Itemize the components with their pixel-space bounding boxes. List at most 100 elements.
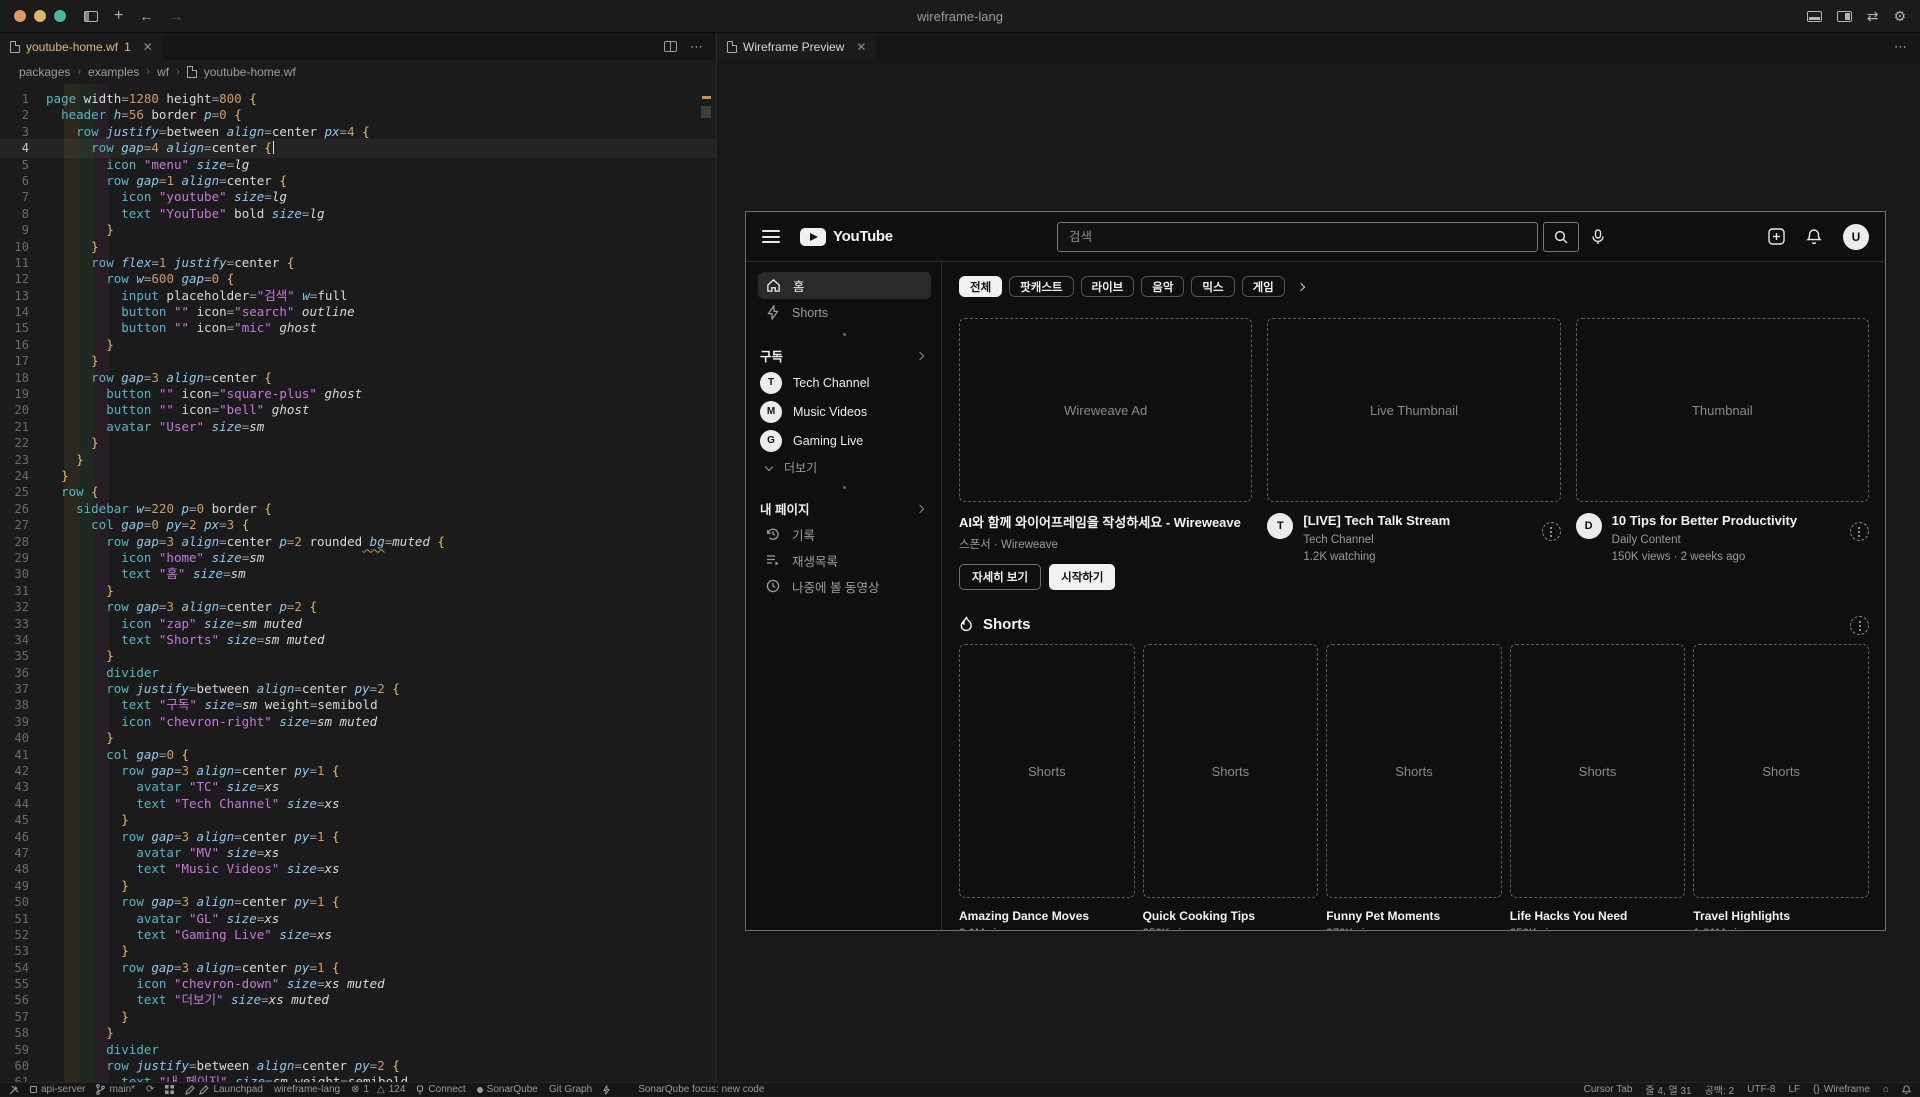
layout-switch-icon[interactable]: ⇄ xyxy=(1867,8,1879,25)
toggle-secondary-sidebar-icon[interactable] xyxy=(1837,11,1852,22)
search-input[interactable] xyxy=(1057,222,1538,252)
statusbar-sonar-focus[interactable]: SonarQube focus: new code xyxy=(603,1084,764,1095)
code-editor[interactable]: 1page width=1280 height=800 {2 header h=… xyxy=(0,84,716,1082)
code-line[interactable]: 15 button "" icon="mic" ghost xyxy=(0,320,716,336)
code-line[interactable]: 25 row { xyxy=(0,484,716,500)
short-thumbnail[interactable]: Shorts xyxy=(1143,644,1319,898)
sidebar-item-home[interactable]: 홈 xyxy=(758,272,931,299)
minimize-window-icon[interactable] xyxy=(34,10,46,22)
zoom-window-icon[interactable] xyxy=(54,10,66,22)
statusbar-project[interactable]: wireframe-lang xyxy=(274,1084,340,1095)
code-line[interactable]: 5 icon "menu" size=lg xyxy=(0,157,716,173)
code-line[interactable]: 4 row gap=4 align=center { xyxy=(0,140,716,156)
code-line[interactable]: 28 row gap=3 align=center p=2 rounded bg… xyxy=(0,534,716,550)
filter-chip[interactable]: 음악 xyxy=(1141,276,1184,297)
sidebar-section-my-page[interactable]: 내 페이지 xyxy=(758,496,931,521)
code-line[interactable]: 48 text "Music Videos" size=xs xyxy=(0,861,716,877)
live-thumbnail[interactable]: Live Thumbnail xyxy=(1267,318,1560,502)
code-line[interactable]: 37 row justify=between align=center py=2… xyxy=(0,681,716,697)
back-icon[interactable]: ← xyxy=(139,8,153,24)
code-line[interactable]: 22 } xyxy=(0,435,716,451)
code-line[interactable]: 46 row gap=3 align=center py=1 { xyxy=(0,829,716,845)
code-line[interactable]: 42 row gap=3 align=center py=1 { xyxy=(0,763,716,779)
more-actions-icon[interactable]: ⋯ xyxy=(690,39,703,55)
sidebar-item-playlists[interactable]: 재생목록 xyxy=(758,547,931,573)
code-line[interactable]: 39 icon "chevron-right" size=sm muted xyxy=(0,714,716,730)
code-line[interactable]: 44 text "Tech Channel" size=xs xyxy=(0,796,716,812)
channel-avatar[interactable]: T xyxy=(1267,513,1293,539)
code-line[interactable]: 14 button "" icon="search" outline xyxy=(0,304,716,320)
channel-avatar[interactable]: D xyxy=(1576,513,1602,539)
forward-icon[interactable]: → xyxy=(169,8,183,24)
code-line[interactable]: 13 input placeholder="검색" w=full xyxy=(0,288,716,304)
code-line[interactable]: 19 button "" icon="square-plus" ghost xyxy=(0,386,716,402)
short-thumbnail[interactable]: Shorts xyxy=(1510,644,1686,898)
code-line[interactable]: 41 col gap=0 { xyxy=(0,747,716,763)
code-line[interactable]: 20 button "" icon="bell" ghost xyxy=(0,402,716,418)
statusbar-encoding[interactable]: UTF-8 xyxy=(1747,1084,1775,1095)
code-line[interactable]: 30 text "홈" size=sm xyxy=(0,566,716,582)
filter-chip[interactable]: 게임 xyxy=(1242,276,1285,297)
sidebar-item-shorts[interactable]: Shorts xyxy=(758,299,931,326)
toggle-sidebar-icon[interactable] xyxy=(84,11,98,22)
close-tab-icon[interactable]: ✕ xyxy=(856,40,866,54)
code-line[interactable]: 61 text "내 페이지" size=sm weight=semibold xyxy=(0,1074,716,1082)
code-line[interactable]: 35 } xyxy=(0,648,716,664)
statusbar-api-server[interactable]: api-server xyxy=(30,1084,85,1095)
code-line[interactable]: 12 row w=600 gap=0 { xyxy=(0,271,716,287)
short-thumbnail[interactable]: Shorts xyxy=(1693,644,1869,898)
short-card[interactable]: ShortsTravel Highlights1.01M views xyxy=(1693,644,1869,930)
close-tab-icon[interactable]: ✕ xyxy=(143,40,153,54)
notifications-bell-icon[interactable] xyxy=(1806,228,1822,245)
sidebar-item-watch-later[interactable]: 나중에 볼 동영상 xyxy=(758,573,931,599)
code-line[interactable]: 58 } xyxy=(0,1025,716,1041)
window-controls[interactable] xyxy=(14,10,66,22)
statusbar-sonarqube[interactable]: SonarQube xyxy=(477,1084,538,1095)
video-thumbnail[interactable]: Thumbnail xyxy=(1576,318,1869,502)
code-line[interactable]: 1page width=1280 height=800 { xyxy=(0,91,716,107)
ad-details-button[interactable]: 자세히 보기 xyxy=(959,564,1041,590)
settings-gear-icon[interactable]: ⚙ xyxy=(1893,8,1906,25)
filter-chip[interactable]: 전체 xyxy=(959,276,1002,297)
code-line[interactable]: 3 row justify=between align=center px=4 … xyxy=(0,124,716,140)
code-line[interactable]: 59 divider xyxy=(0,1042,716,1058)
youtube-logo[interactable]: YouTube xyxy=(800,228,893,246)
statusbar-cursor-position[interactable]: 줄 4, 열 31 xyxy=(1645,1082,1691,1097)
mic-button[interactable] xyxy=(1591,229,1605,245)
statusbar-eol[interactable]: LF xyxy=(1788,1084,1800,1095)
notifications-bell-icon[interactable] xyxy=(1902,1085,1911,1095)
sidebar-item-history[interactable]: 기록 xyxy=(758,521,931,547)
code-line[interactable]: 7 icon "youtube" size=lg xyxy=(0,189,716,205)
split-editor-icon[interactable] xyxy=(664,41,677,52)
search-button[interactable] xyxy=(1543,222,1579,252)
ad-thumbnail[interactable]: Wireweave Ad xyxy=(959,318,1252,502)
video-card-live[interactable]: Live Thumbnail T [LIVE] Tech Talk Stream… xyxy=(1267,318,1560,590)
code-line[interactable]: 36 divider xyxy=(0,665,716,681)
breadcrumb-item[interactable]: packages xyxy=(19,65,70,79)
code-line[interactable]: 40 } xyxy=(0,730,716,746)
code-line[interactable]: 33 icon "zap" size=sm muted xyxy=(0,616,716,632)
sidebar-channel[interactable]: T Tech Channel xyxy=(758,368,931,397)
close-window-icon[interactable] xyxy=(14,10,26,22)
code-line[interactable]: 6 row gap=1 align=center { xyxy=(0,173,716,189)
sidebar-section-subscriptions[interactable]: 구독 xyxy=(758,343,931,368)
code-line[interactable]: 10 } xyxy=(0,239,716,255)
extension-glyph-icon[interactable] xyxy=(165,1085,174,1094)
code-line[interactable]: 24 } xyxy=(0,468,716,484)
more-vertical-icon[interactable] xyxy=(1542,522,1561,541)
code-line[interactable]: 17 } xyxy=(0,353,716,369)
more-vertical-icon[interactable] xyxy=(1850,522,1869,541)
code-line[interactable]: 26 sidebar w=220 p=0 border { xyxy=(0,501,716,517)
statusbar-launchpad[interactable]: Launchpad xyxy=(185,1084,263,1095)
code-line[interactable]: 21 avatar "User" size=sm xyxy=(0,419,716,435)
more-vertical-icon[interactable] xyxy=(1850,616,1869,635)
filter-chip[interactable]: 믹스 xyxy=(1191,276,1234,297)
short-card[interactable]: ShortsLife Hacks You Need250K views xyxy=(1510,644,1686,930)
breadcrumb-item[interactable]: youtube-home.wf xyxy=(204,65,296,79)
ad-start-button[interactable]: 시작하기 xyxy=(1049,564,1115,590)
sidebar-item-more[interactable]: 더보기 xyxy=(758,455,931,479)
code-line[interactable]: 31 } xyxy=(0,583,716,599)
sidebar-channel[interactable]: M Music Videos xyxy=(758,397,931,426)
code-line[interactable]: 18 row gap=3 align=center { xyxy=(0,370,716,386)
filter-chip[interactable]: 라이브 xyxy=(1081,276,1135,297)
